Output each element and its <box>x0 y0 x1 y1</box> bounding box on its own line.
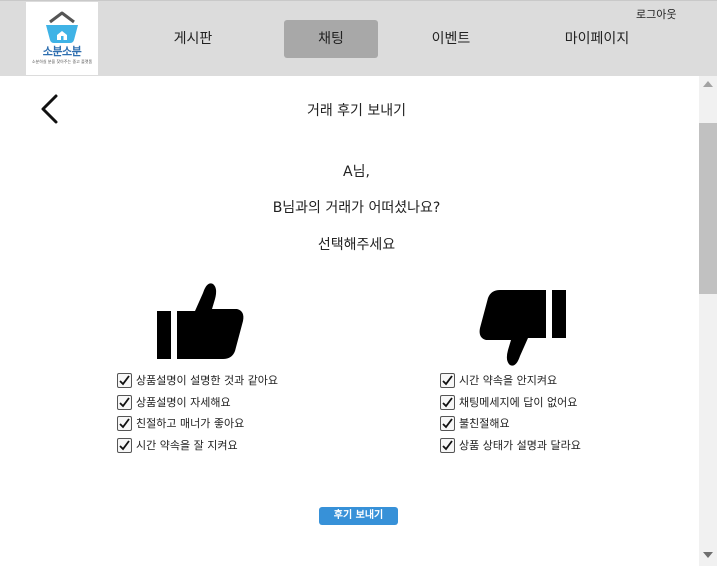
checkbox[interactable] <box>440 437 455 453</box>
instruction-text: 선택해주세요 <box>317 237 396 253</box>
good-option-3[interactable]: 친절하고 매너가 좋아요 <box>117 413 244 433</box>
checkbox[interactable] <box>117 372 132 388</box>
page-title: 거래 후기 보내기 <box>306 103 407 119</box>
greeting-text: A님, <box>343 164 370 180</box>
option-label: 시간 약속을 잘 지켜요 <box>136 439 238 452</box>
nav-event[interactable]: 이벤트 <box>411 20 491 58</box>
logo[interactable]: 소분소분 소분하실 분을 찾아주는 중고 플랫폼 <box>26 2 98 75</box>
basket-house-icon <box>46 11 78 43</box>
option-label: 상품설명이 설명한 것과 같아요 <box>136 374 279 387</box>
option-label: 시간 약속을 안지켜요 <box>459 374 558 387</box>
good-option-1[interactable]: 상품설명이 설명한 것과 같아요 <box>117 370 278 390</box>
checkbox[interactable] <box>117 394 132 410</box>
option-label: 채팅메세지에 답이 없어요 <box>459 396 578 409</box>
option-label: 상품설명이 자세해요 <box>136 396 231 409</box>
bad-option-4[interactable]: 상품 상태가 설명과 달라요 <box>440 435 581 455</box>
good-option-2[interactable]: 상품설명이 자세해요 <box>117 392 231 412</box>
bad-option-2[interactable]: 채팅메세지에 답이 없어요 <box>440 392 577 412</box>
top-nav-bar: 소분소분 소분하실 분을 찾아주는 중고 플랫폼 로그아웃 게시판 채팅 이벤트… <box>0 0 717 76</box>
option-label: 상품 상태가 설명과 달라요 <box>459 439 581 452</box>
checkbox[interactable] <box>440 415 455 431</box>
thumbs-up-icon[interactable] <box>155 281 245 365</box>
send-review-button[interactable]: 후기 보내기 <box>319 507 398 525</box>
scroll-down-arrow-icon[interactable] <box>703 552 713 558</box>
logo-title: 소분소분 <box>42 45 82 58</box>
option-label: 불친절해요 <box>459 417 510 430</box>
logo-subtitle: 소분하실 분을 찾아주는 중고 플랫폼 <box>31 59 93 64</box>
nav-chat[interactable]: 채팅 <box>284 20 378 58</box>
checkbox[interactable] <box>440 394 455 410</box>
bad-option-3[interactable]: 불친절해요 <box>440 413 510 433</box>
good-option-4[interactable]: 시간 약속을 잘 지켜요 <box>117 435 238 455</box>
checkbox[interactable] <box>117 415 132 431</box>
question-text: B님과의 거래가 어떠셨나요? <box>272 200 441 216</box>
checkbox[interactable] <box>117 437 132 453</box>
scroll-up-arrow-icon[interactable] <box>703 81 713 87</box>
bad-option-1[interactable]: 시간 약속을 안지켜요 <box>440 370 557 390</box>
thumbs-down-icon[interactable] <box>478 288 568 372</box>
nav-board[interactable]: 게시판 <box>153 20 233 58</box>
checkbox[interactable] <box>440 372 455 388</box>
nav-mypage[interactable]: 마이페이지 <box>547 20 647 58</box>
vertical-scrollbar[interactable] <box>699 76 717 566</box>
option-label: 친절하고 매너가 좋아요 <box>136 417 245 430</box>
